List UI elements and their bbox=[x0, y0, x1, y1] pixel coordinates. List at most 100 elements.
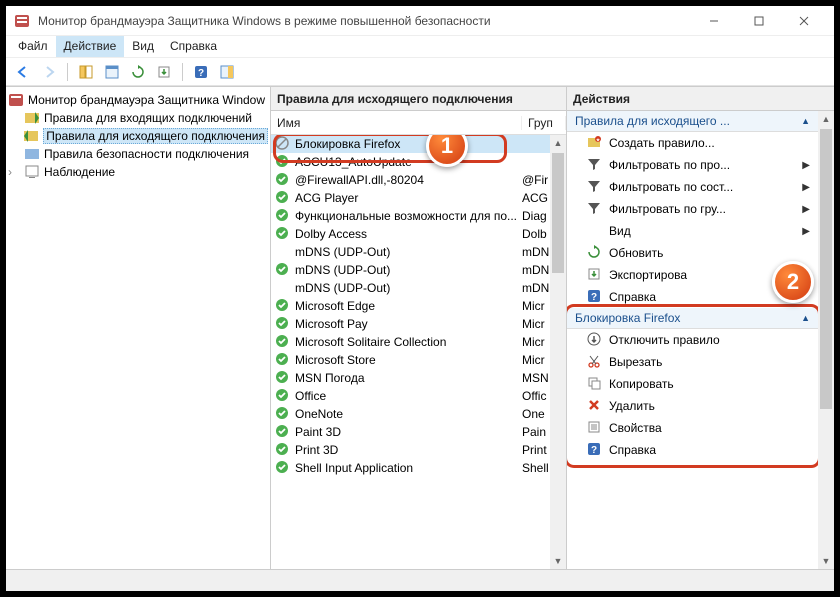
properties-button[interactable] bbox=[101, 61, 123, 83]
minimize-button[interactable] bbox=[691, 7, 736, 35]
help-button[interactable]: ? bbox=[190, 61, 212, 83]
rule-row[interactable]: Microsoft StoreMicr bbox=[271, 351, 566, 369]
menu-file[interactable]: Файл bbox=[10, 36, 56, 57]
col-group[interactable]: Груп bbox=[522, 116, 566, 130]
rule-row[interactable]: Paint 3DPain bbox=[271, 423, 566, 441]
action-pane-button[interactable] bbox=[216, 61, 238, 83]
action-item[interactable]: Удалить bbox=[567, 395, 818, 417]
help-icon: ? bbox=[587, 289, 603, 305]
action-label: Свойства bbox=[609, 421, 662, 435]
rule-status-icon bbox=[275, 280, 291, 296]
actions-title-bar: Действия bbox=[567, 87, 834, 111]
menu-action[interactable]: Действие bbox=[56, 36, 125, 57]
rule-row[interactable]: Dolby AccessDolb bbox=[271, 225, 566, 243]
rule-row[interactable]: Microsoft Solitaire CollectionMicr bbox=[271, 333, 566, 351]
rule-status-icon bbox=[275, 154, 291, 170]
svg-text:?: ? bbox=[198, 68, 204, 79]
actions-section2-title[interactable]: Блокировка Firefox▲ bbox=[567, 308, 818, 329]
action-item[interactable]: Вид▶ bbox=[567, 220, 818, 242]
rule-name: ACG Player bbox=[295, 191, 522, 205]
maximize-button[interactable] bbox=[736, 7, 781, 35]
rule-name: mDNS (UDP-Out) bbox=[295, 263, 522, 277]
rule-row[interactable]: ACG PlayerACG bbox=[271, 189, 566, 207]
props-icon bbox=[587, 420, 603, 436]
rule-name: ASCU13_AutoUpdate bbox=[295, 155, 522, 169]
rule-status-icon bbox=[275, 208, 291, 224]
tree-root[interactable]: Монитор брандмауэра Защитника Window bbox=[8, 91, 268, 109]
rule-row[interactable]: Microsoft PayMicr bbox=[271, 315, 566, 333]
rule-row[interactable]: Shell Input ApplicationShell bbox=[271, 459, 566, 477]
tree-pane: Монитор брандмауэра Защитника Window Пра… bbox=[6, 87, 271, 569]
rule-row[interactable]: mDNS (UDP-Out)mDN bbox=[271, 243, 566, 261]
rule-name: Office bbox=[295, 389, 522, 403]
refresh-icon bbox=[587, 245, 603, 261]
action-label: Фильтровать по про... bbox=[609, 158, 730, 172]
col-name[interactable]: Имя bbox=[271, 116, 522, 130]
actions-pane: Действия Правила для исходящего ...▲ ★Со… bbox=[567, 87, 834, 569]
rules-list: Блокировка Firefox ASCU13_AutoUpdate @Fire… bbox=[271, 135, 566, 569]
actions-section1-title[interactable]: Правила для исходящего ...▲ bbox=[567, 111, 818, 132]
rule-status-icon bbox=[275, 388, 291, 404]
action-item[interactable]: Обновить bbox=[567, 242, 818, 264]
new-rule-icon: ★ bbox=[587, 135, 603, 151]
rule-row[interactable]: Функциональные возможности для по...Diag bbox=[271, 207, 566, 225]
menu-help[interactable]: Справка bbox=[162, 36, 225, 57]
svg-text:?: ? bbox=[591, 445, 597, 456]
svg-text:★: ★ bbox=[596, 138, 601, 144]
action-item[interactable]: Вырезать bbox=[567, 351, 818, 373]
help-icon: ? bbox=[587, 442, 603, 458]
rule-row[interactable]: Print 3DPrint bbox=[271, 441, 566, 459]
close-button[interactable] bbox=[781, 7, 826, 35]
tree-outbound[interactable]: Правила для исходящего подключения bbox=[8, 127, 268, 145]
rules-pane: Правила для исходящего подключения Имя Г… bbox=[271, 87, 567, 569]
rule-status-icon bbox=[275, 352, 291, 368]
tree-consec[interactable]: Правила безопасности подключения bbox=[8, 145, 268, 163]
rule-row[interactable]: mDNS (UDP-Out)mDN bbox=[271, 261, 566, 279]
rule-row[interactable]: OfficeOffic bbox=[271, 387, 566, 405]
action-item[interactable]: Фильтровать по гру...▶ bbox=[567, 198, 818, 220]
rule-status-icon bbox=[275, 244, 291, 260]
firewall-window: Монитор брандмауэра Защитника Windows в … bbox=[6, 6, 834, 591]
rule-name: OneNote bbox=[295, 407, 522, 421]
action-item[interactable]: Свойства bbox=[567, 417, 818, 439]
action-item[interactable]: ★Создать правило... bbox=[567, 132, 818, 154]
rule-row[interactable]: MSN ПогодаMSN bbox=[271, 369, 566, 387]
rule-name: Блокировка Firefox bbox=[295, 137, 522, 151]
tree-monitor[interactable]: ›Наблюдение bbox=[8, 163, 268, 181]
action-item[interactable]: Копировать bbox=[567, 373, 818, 395]
rule-row[interactable]: Блокировка Firefox bbox=[271, 135, 566, 153]
action-item[interactable]: Фильтровать по про...▶ bbox=[567, 154, 818, 176]
action-label: Вырезать bbox=[609, 355, 662, 369]
tree-inbound[interactable]: Правила для входящих подключений bbox=[8, 109, 268, 127]
rule-name: Microsoft Store bbox=[295, 353, 522, 367]
export-button[interactable] bbox=[153, 61, 175, 83]
show-hide-tree-button[interactable] bbox=[75, 61, 97, 83]
action-item[interactable]: Фильтровать по сост...▶ bbox=[567, 176, 818, 198]
action-label: Фильтровать по гру... bbox=[609, 202, 726, 216]
action-label: Фильтровать по сост... bbox=[609, 180, 733, 194]
menu-view[interactable]: Вид bbox=[124, 36, 162, 57]
action-label: Отключить правило bbox=[609, 333, 720, 347]
action-item[interactable]: Отключить правило bbox=[567, 329, 818, 351]
rule-name: Shell Input Application bbox=[295, 461, 522, 475]
rule-row[interactable]: ASCU13_AutoUpdate bbox=[271, 153, 566, 171]
rule-name: Print 3D bbox=[295, 443, 522, 457]
rule-name: Функциональные возможности для по... bbox=[295, 209, 522, 223]
rule-status-icon bbox=[275, 226, 291, 242]
app-icon bbox=[14, 13, 30, 29]
rules-scrollbar[interactable]: ▲▼ bbox=[550, 135, 566, 569]
action-item[interactable]: ?Справка bbox=[567, 439, 818, 461]
rule-row[interactable]: @FirewallAPI.dll,-80204@Fir bbox=[271, 171, 566, 189]
rule-row[interactable]: OneNoteOne bbox=[271, 405, 566, 423]
forward-button[interactable] bbox=[38, 61, 60, 83]
action-label: Экспортирова bbox=[609, 268, 687, 282]
back-button[interactable] bbox=[12, 61, 34, 83]
rule-status-icon bbox=[275, 370, 291, 386]
refresh-button[interactable] bbox=[127, 61, 149, 83]
actions-scrollbar[interactable]: ▲▼ bbox=[818, 111, 834, 569]
rule-row[interactable]: Microsoft EdgeMicr bbox=[271, 297, 566, 315]
rule-name: Microsoft Pay bbox=[295, 317, 522, 331]
filter-icon bbox=[587, 179, 603, 195]
rule-row[interactable]: mDNS (UDP-Out)mDN bbox=[271, 279, 566, 297]
rule-status-icon bbox=[275, 424, 291, 440]
